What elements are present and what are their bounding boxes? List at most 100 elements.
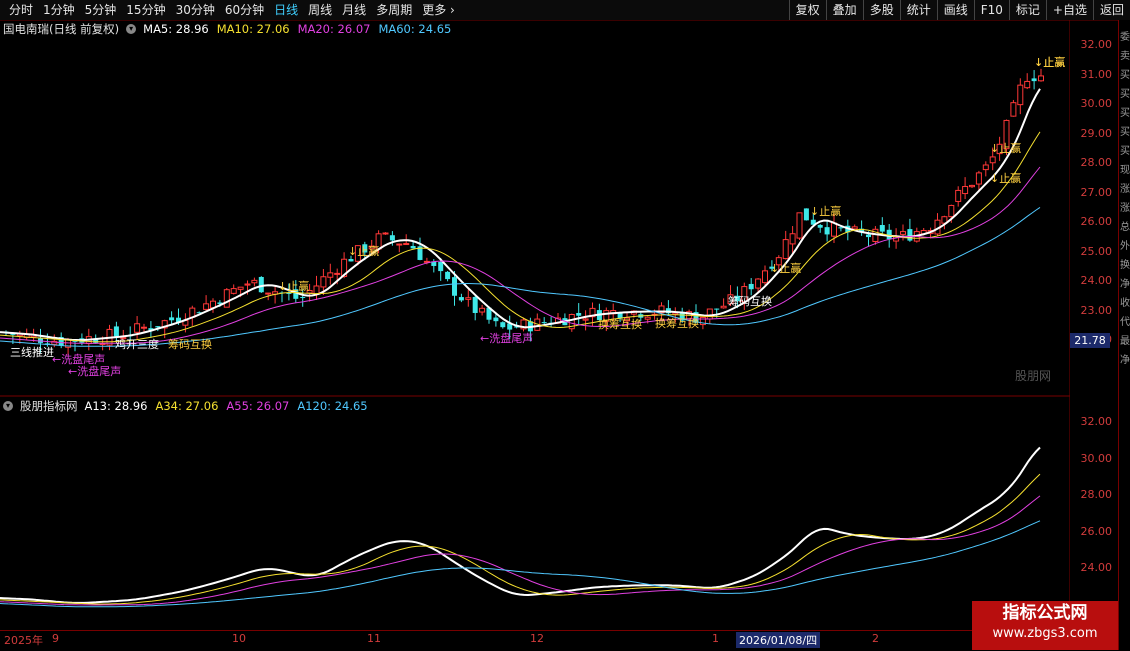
- candle: [244, 283, 251, 286]
- candle: [1038, 75, 1044, 82]
- candle: [334, 272, 341, 275]
- candle: [989, 156, 996, 164]
- toolbar-right-buttons: 复权 叠加 多股 统计 画线 F10 标记 +自选 返回: [788, 0, 1130, 20]
- price-axis-sub: 32.00 30.00 28.00 26.00 24.00: [1070, 397, 1118, 630]
- candle: [396, 243, 403, 246]
- sidebar-label: 涨: [1120, 184, 1130, 195]
- candle: [1010, 102, 1017, 117]
- current-price-tag: 21.78: [1070, 333, 1110, 348]
- candle: [831, 222, 837, 237]
- candle: [582, 318, 589, 321]
- sidebar-label: 净: [1120, 279, 1130, 290]
- y-tick: 24.00: [1080, 561, 1113, 574]
- selected-date: 2026/01/08/四: [736, 632, 821, 648]
- signal-label: ←洗盘尾声: [68, 364, 121, 378]
- toolbar-button-1[interactable]: 叠加: [825, 0, 863, 20]
- y-tick: 28.00: [1080, 156, 1113, 169]
- tab-6[interactable]: 日线: [269, 0, 303, 20]
- candle: [714, 308, 720, 310]
- sidebar-label: 买: [1120, 89, 1130, 100]
- watermark-name: 指标公式网: [1002, 603, 1088, 623]
- candle: [300, 297, 306, 299]
- candle: [493, 317, 499, 322]
- toolbar-button-6[interactable]: 标记: [1008, 0, 1046, 20]
- candle: [445, 271, 451, 280]
- candle: [458, 297, 464, 301]
- sidebar-label: 外: [1120, 241, 1130, 252]
- candle: [866, 234, 871, 238]
- tab-4[interactable]: 30分钟: [171, 0, 220, 20]
- sub-ma-line-0: [0, 446, 1041, 604]
- candle: [237, 286, 244, 290]
- candle: [817, 224, 823, 228]
- date-label: 11: [367, 632, 381, 645]
- candle: [403, 243, 410, 246]
- toolbar-button-2[interactable]: 多股: [862, 0, 900, 20]
- main-ma-line-2: [0, 166, 1041, 344]
- signal-label: ↓止赢: [1034, 55, 1065, 69]
- watermark-url: www.zbgs3.com: [992, 626, 1098, 641]
- candle: [948, 204, 955, 218]
- tab-0[interactable]: 分时: [4, 0, 38, 20]
- signal-label: ↓止赢: [810, 204, 841, 218]
- candle: [576, 312, 582, 316]
- tab-7[interactable]: 周线: [303, 0, 337, 20]
- candle: [748, 283, 754, 290]
- toolbar-button-8[interactable]: 返回: [1092, 0, 1130, 20]
- sidebar-label: 净: [1120, 355, 1130, 366]
- date-label: 9: [52, 632, 59, 645]
- candle: [907, 229, 913, 241]
- tab-2[interactable]: 5分钟: [80, 0, 122, 20]
- candle: [348, 258, 354, 262]
- tab-5[interactable]: 60分钟: [220, 0, 269, 20]
- y-tick: 24.00: [1080, 274, 1113, 287]
- toolbar-button-7[interactable]: +自选: [1045, 0, 1093, 20]
- candle: [223, 289, 230, 308]
- y-tick: 27.00: [1080, 185, 1113, 199]
- date-label: 2025年: [4, 634, 43, 647]
- signal-label: ↓止赢: [278, 279, 309, 293]
- candle: [900, 231, 906, 235]
- candle: [1024, 80, 1031, 89]
- signal-label: 筹码互换: [728, 294, 772, 308]
- sidebar-label: 买: [1120, 108, 1130, 119]
- candle: [438, 262, 444, 272]
- sidebar-label: 买: [1120, 127, 1130, 138]
- y-tick: 29.00: [1080, 126, 1113, 140]
- tab-1[interactable]: 1分钟: [38, 0, 80, 20]
- candle: [410, 245, 416, 249]
- quote-sidebar: 委卖买买买买买现涨涨总外换净收代最净: [1118, 20, 1130, 650]
- y-tick: 30.00: [1080, 451, 1113, 465]
- toolbar-button-3[interactable]: 统计: [899, 0, 937, 20]
- sidebar-label: 最: [1120, 336, 1130, 347]
- kline-chart[interactable]: 三线推进←洗盘尾声←洗盘尾声鸡开三度 筹码互换↓止赢↓止赢←洗盘尾声换筹互换 换筹互…: [0, 20, 1070, 630]
- sidebar-label: 涨: [1120, 203, 1130, 214]
- candle: [762, 270, 768, 284]
- toolbar-button-4[interactable]: 画线: [936, 0, 974, 20]
- tab-8[interactable]: 月线: [337, 0, 371, 20]
- candle: [265, 292, 272, 295]
- sidebar-label: 收: [1120, 298, 1130, 309]
- y-tick: 30.00: [1080, 97, 1113, 110]
- signal-label: ↓止赢: [348, 244, 379, 258]
- signal-label: ↓止赢: [990, 141, 1021, 155]
- candle: [962, 186, 969, 195]
- candle: [169, 317, 175, 321]
- candle: [389, 235, 395, 241]
- tab-3[interactable]: 15分钟: [121, 0, 170, 20]
- y-tick: 25.00: [1080, 244, 1113, 258]
- tab-10[interactable]: 更多 ›: [417, 0, 460, 20]
- main-watermark: 股朋网: [1015, 369, 1051, 383]
- date-label: 12: [530, 632, 544, 645]
- y-tick: 32.00: [1080, 415, 1113, 428]
- sidebar-label: 委: [1120, 32, 1130, 43]
- y-tick: 32.00: [1080, 38, 1113, 51]
- toolbar-button-0[interactable]: 复权: [788, 0, 826, 20]
- site-watermark: 指标公式网 www.zbgs3.com: [972, 601, 1118, 650]
- toolbar-button-5[interactable]: F10: [973, 0, 1009, 20]
- candle: [969, 184, 975, 188]
- date-label: 2: [872, 632, 879, 645]
- candle: [755, 278, 762, 289]
- candle: [230, 288, 237, 294]
- tab-9[interactable]: 多周期: [371, 0, 417, 20]
